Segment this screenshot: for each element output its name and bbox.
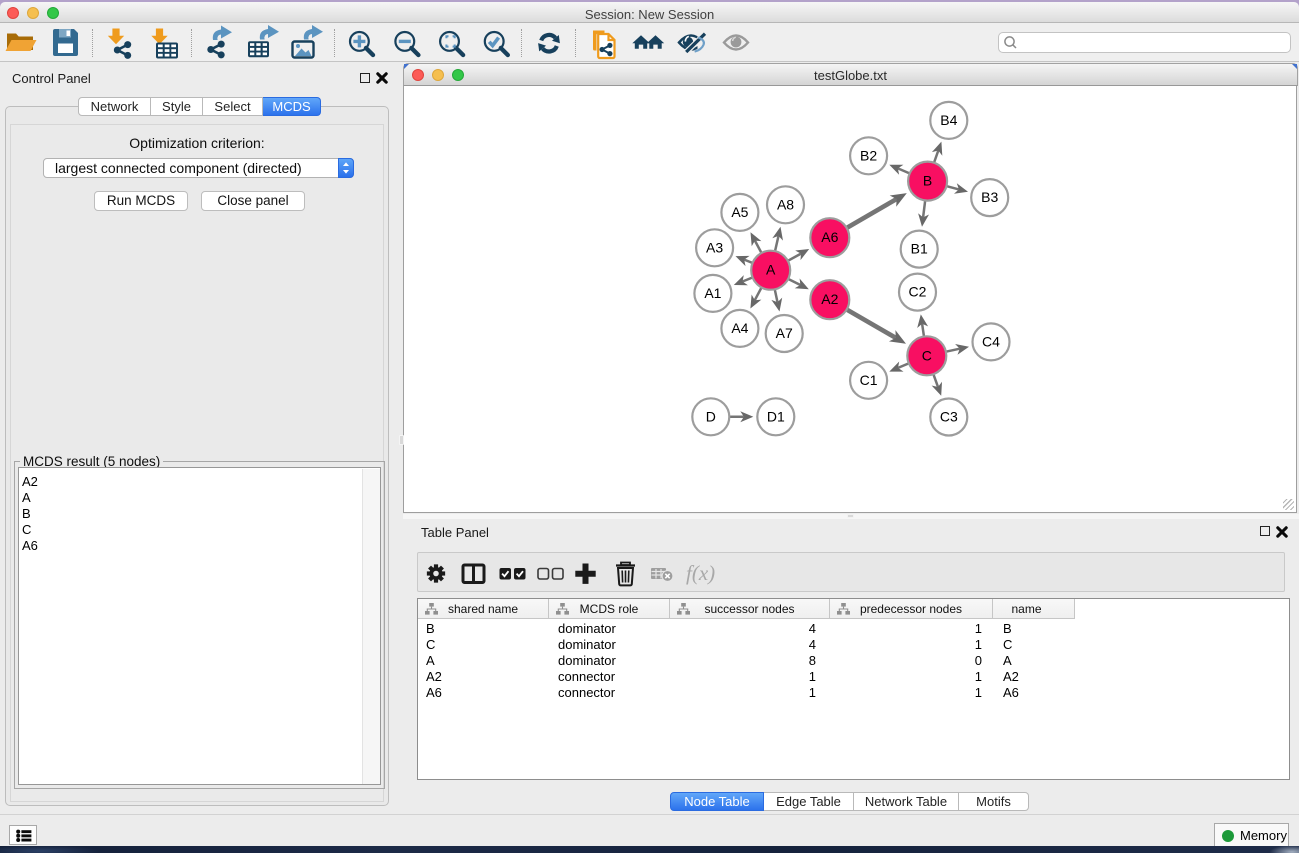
svg-text:A7: A7 — [776, 325, 793, 341]
svg-text:A6: A6 — [821, 229, 838, 245]
svg-text:A5: A5 — [731, 204, 748, 220]
svg-text:D: D — [706, 408, 716, 424]
svg-text:A8: A8 — [777, 196, 794, 212]
svg-text:B4: B4 — [940, 112, 957, 128]
svg-text:C4: C4 — [982, 333, 1000, 349]
svg-text:A2: A2 — [821, 291, 838, 307]
svg-text:B3: B3 — [981, 189, 998, 205]
svg-text:A4: A4 — [731, 320, 748, 336]
svg-text:C1: C1 — [860, 372, 878, 388]
svg-text:f(x): f(x) — [686, 561, 715, 585]
svg-text:B2: B2 — [860, 147, 877, 163]
svg-text:D1: D1 — [767, 408, 785, 424]
svg-text:A: A — [766, 262, 776, 278]
svg-text:B: B — [923, 173, 932, 189]
svg-text:C3: C3 — [940, 409, 958, 425]
svg-text:B1: B1 — [911, 241, 928, 257]
svg-text:A1: A1 — [704, 285, 721, 301]
svg-text:C: C — [922, 347, 932, 363]
svg-text:C2: C2 — [909, 284, 927, 300]
svg-text:A3: A3 — [706, 239, 723, 255]
